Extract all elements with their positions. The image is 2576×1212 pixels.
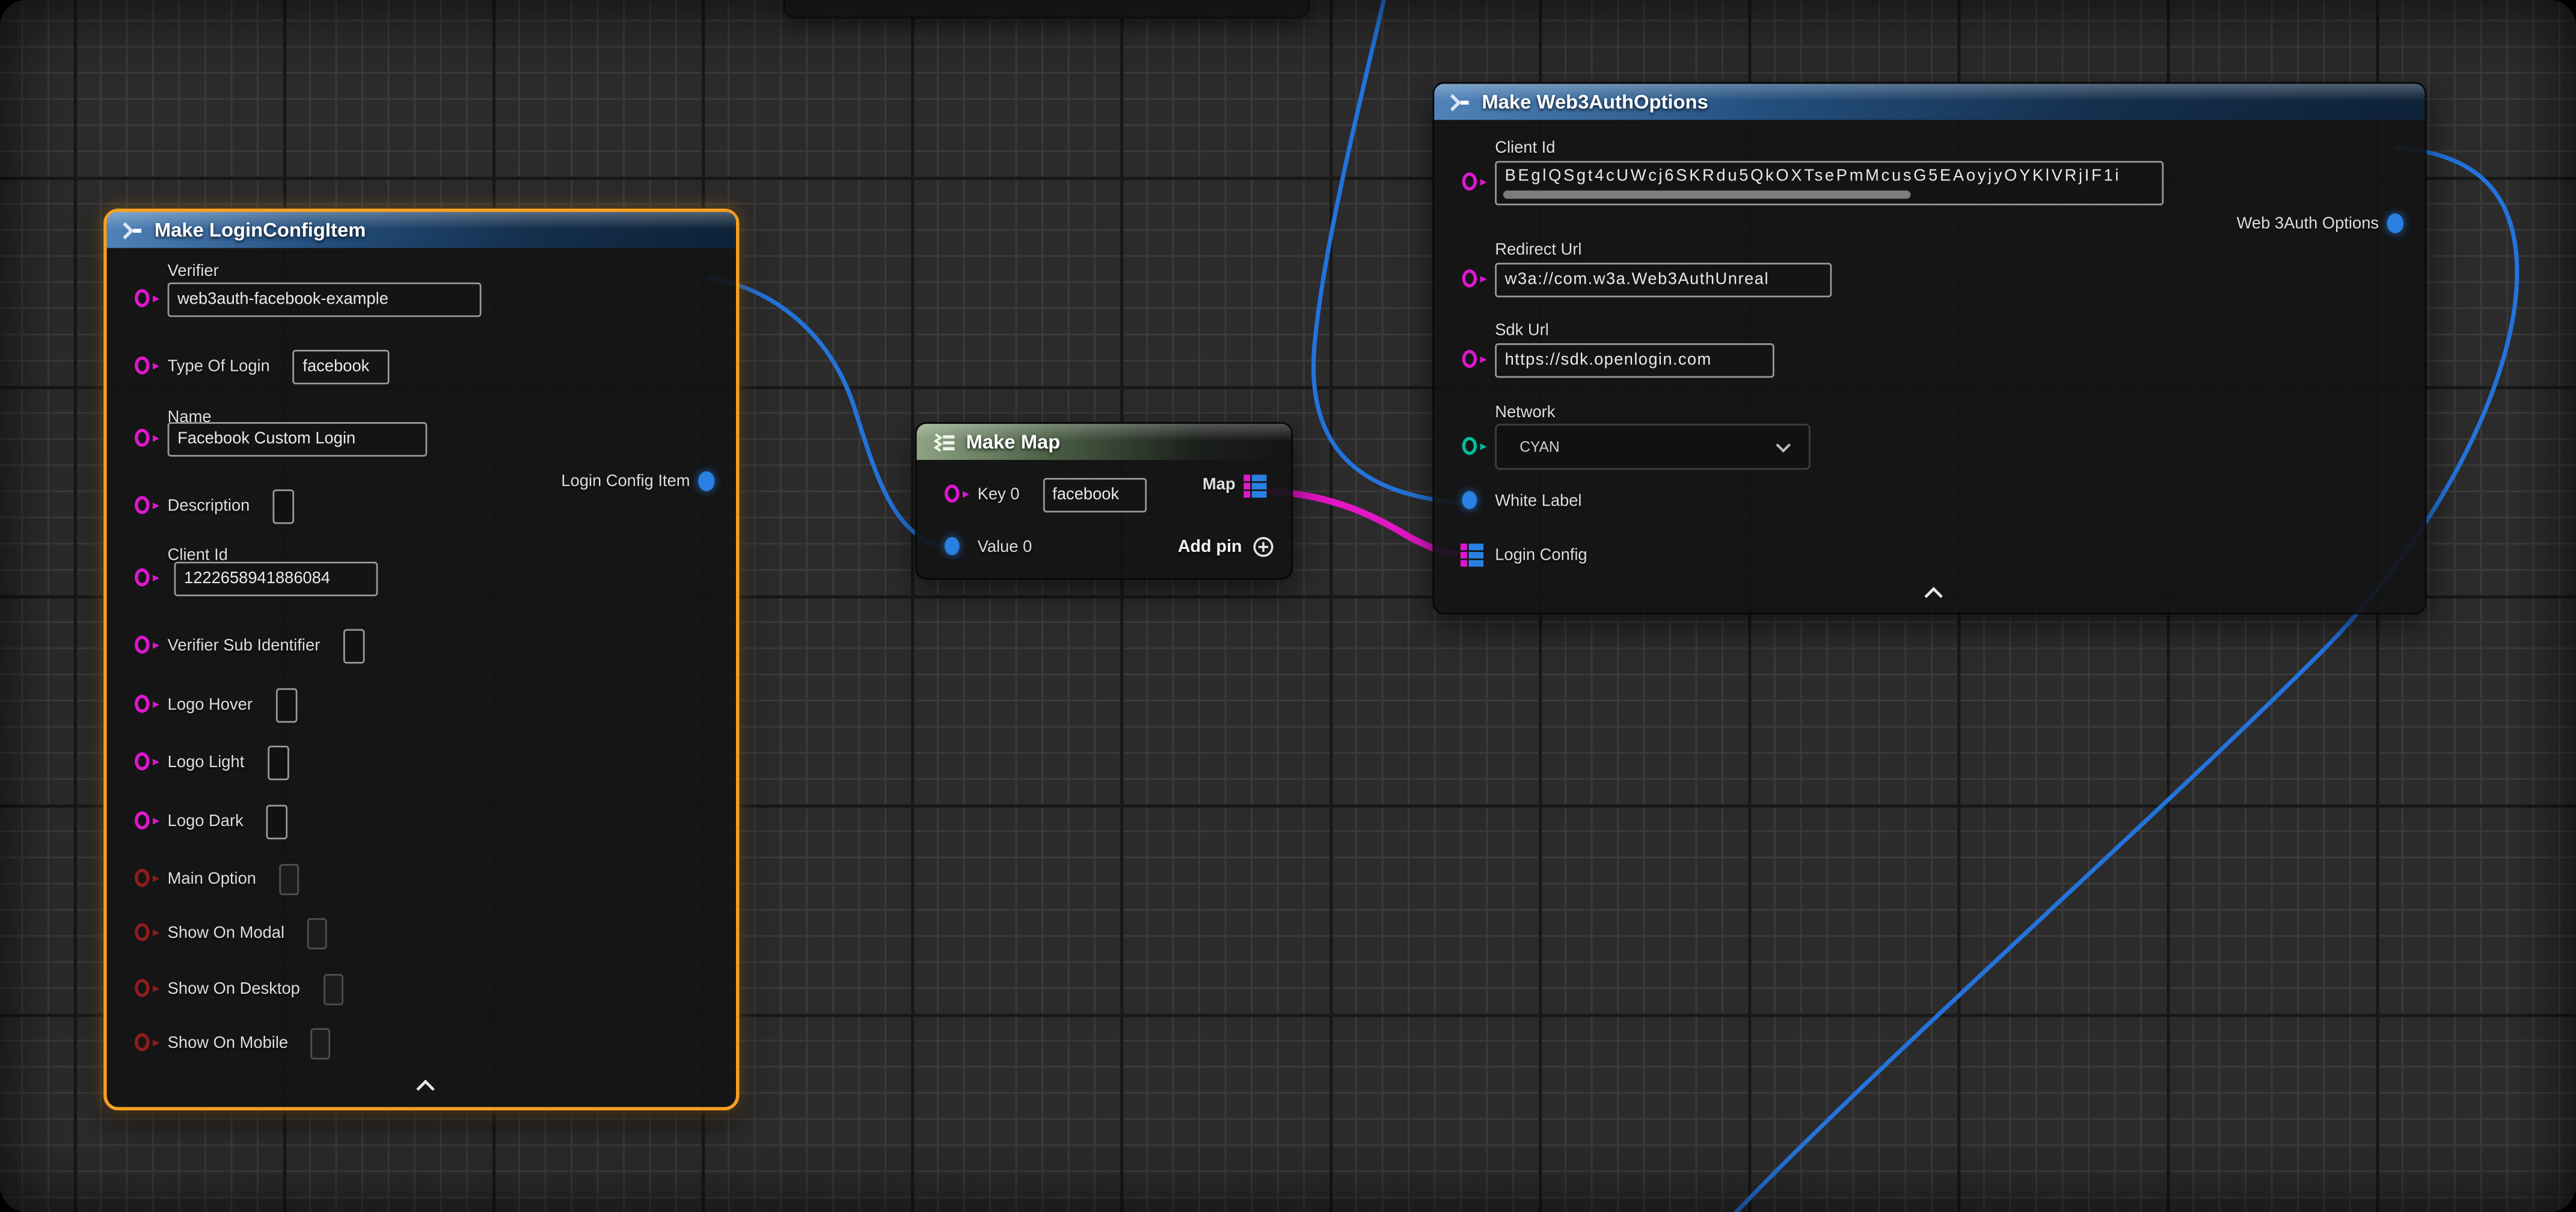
logo-hover-pin[interactable] xyxy=(133,693,158,716)
logo-dark-field[interactable] xyxy=(266,804,288,838)
network-dropdown[interactable]: CYAN xyxy=(1495,424,1811,470)
wire-map-to-loginconfig[interactable] xyxy=(1266,491,1455,554)
login-config-item-output-pin[interactable] xyxy=(698,471,714,491)
type-of-login-pin[interactable] xyxy=(133,355,158,378)
collapse-chevron-icon[interactable] xyxy=(414,1079,437,1092)
node-header[interactable]: Make Map xyxy=(917,424,1292,460)
pin-label-show-on-mobile: Show On Mobile xyxy=(168,1034,288,1052)
verifier-field[interactable]: web3auth-facebook-example xyxy=(168,282,482,316)
wire-loginconfigitem-to-value0[interactable] xyxy=(710,278,939,545)
main-option-pin[interactable] xyxy=(133,868,158,890)
key-0-field[interactable]: facebook xyxy=(1043,477,1146,512)
collapse-chevron-icon[interactable] xyxy=(1922,586,1945,599)
value-0-pin[interactable] xyxy=(943,536,968,559)
main-option-checkbox[interactable] xyxy=(279,863,299,895)
node-header[interactable]: Make Web3AuthOptions xyxy=(1434,84,2424,120)
chevron-down-icon xyxy=(1774,441,1792,453)
output-pin-label: Map xyxy=(1203,477,1236,495)
pin-label-main-option: Main Option xyxy=(168,870,256,888)
web3auth-options-output-pin[interactable] xyxy=(2387,213,2403,233)
verifier-pin[interactable] xyxy=(133,287,158,310)
output-login-config-item: Login Config Item xyxy=(561,471,714,491)
make-struct-icon xyxy=(1447,91,1472,113)
verifier-sub-identifier-field[interactable] xyxy=(343,628,365,663)
show-on-mobile-pin[interactable] xyxy=(133,1032,158,1054)
node-make-map[interactable]: Make Map Key 0 facebook Map Value 0 xyxy=(915,422,1293,580)
add-pin-icon xyxy=(1252,536,1275,559)
pin-label-logo-hover: Logo Hover xyxy=(168,696,253,714)
output-pin-label: Web 3Auth Options xyxy=(2237,215,2379,233)
pin-label-value-0: Value 0 xyxy=(978,538,1032,556)
client-id-field[interactable]: 1222658941886084 xyxy=(174,561,378,595)
client-id-scrollbar[interactable] xyxy=(1503,190,1911,198)
show-on-modal-checkbox[interactable] xyxy=(307,917,327,949)
pin-label-show-on-modal: Show On Modal xyxy=(168,924,284,942)
pin-label-type-of-login: Type Of Login xyxy=(168,357,270,375)
type-of-login-field[interactable]: facebook xyxy=(293,349,390,384)
show-on-modal-pin[interactable] xyxy=(133,922,158,944)
sdk-url-pin[interactable] xyxy=(1461,348,1485,371)
node-header[interactable]: Make LoginConfigItem xyxy=(107,212,736,248)
redirect-url-field[interactable]: w3a://com.w3a.Web3AuthUnreal xyxy=(1495,262,1832,296)
pin-label-login-config: Login Config xyxy=(1495,546,1587,564)
client-id-field[interactable]: BEglQSgt4cUWcj6SKRdu5QkOXTsePmMcusG5EAoy… xyxy=(1495,160,2164,204)
client-id-pin[interactable] xyxy=(1461,171,1485,194)
show-on-mobile-checkbox[interactable] xyxy=(311,1027,331,1059)
pin-label-verifier: Verifier xyxy=(168,263,219,281)
pin-label-client-id: Client Id xyxy=(1495,139,1555,158)
logo-light-pin[interactable] xyxy=(133,751,158,774)
verifier-sub-identifier-pin[interactable] xyxy=(133,634,158,657)
name-pin[interactable] xyxy=(133,427,158,450)
login-config-pin[interactable] xyxy=(1461,544,1485,566)
logo-dark-pin[interactable] xyxy=(133,810,158,833)
show-on-desktop-pin[interactable] xyxy=(133,978,158,1000)
name-field[interactable]: Facebook Custom Login xyxy=(168,421,428,456)
show-on-desktop-checkbox[interactable] xyxy=(323,973,343,1005)
graph-canvas[interactable]: Make LoginConfigItem Login Config Item V… xyxy=(0,0,2576,1212)
blueprint-editor: Make LoginConfigItem Login Config Item V… xyxy=(0,0,2576,1212)
output-web3auth-options: Web 3Auth Options xyxy=(2237,213,2403,233)
network-pin[interactable] xyxy=(1461,435,1485,458)
make-map-icon xyxy=(930,431,956,453)
key-0-pin[interactable] xyxy=(943,483,968,506)
pin-label-redirect-url: Redirect Url xyxy=(1495,242,1581,260)
sdk-url-field[interactable]: https://sdk.openlogin.com xyxy=(1495,343,1774,377)
map-output-pin[interactable] xyxy=(1244,475,1268,497)
output-map: Map xyxy=(1203,475,1268,497)
logo-light-field[interactable] xyxy=(268,745,289,779)
pin-label-network: Network xyxy=(1495,404,1555,422)
client-id-pin[interactable] xyxy=(133,567,158,590)
white-label-pin[interactable] xyxy=(1461,489,1485,512)
network-selected-value: CYAN xyxy=(1520,438,1560,454)
node-make-web3authoptions[interactable]: Make Web3AuthOptions Web 3Auth Options C… xyxy=(1432,82,2426,614)
pin-label-sdk-url: Sdk Url xyxy=(1495,322,1549,340)
add-pin-button[interactable]: Add pin xyxy=(1178,536,1275,559)
make-struct-icon xyxy=(120,219,144,241)
node-title: Make Map xyxy=(966,430,1060,453)
logo-hover-field[interactable] xyxy=(275,687,297,721)
node-title: Make LoginConfigItem xyxy=(155,218,366,241)
description-field[interactable] xyxy=(273,489,295,523)
pin-label-verifier-sub-identifier: Verifier Sub Identifier xyxy=(168,637,320,655)
description-pin[interactable] xyxy=(133,494,158,517)
node-title: Make Web3AuthOptions xyxy=(1482,90,1708,113)
redirect-url-pin[interactable] xyxy=(1461,268,1485,290)
partial-node-top-edge[interactable] xyxy=(784,0,1309,18)
node-make-loginconfigitem[interactable]: Make LoginConfigItem Login Config Item V… xyxy=(103,209,739,1110)
pin-label-logo-light: Logo Light xyxy=(168,753,245,771)
pin-label-key-0: Key 0 xyxy=(978,485,1020,503)
add-pin-label: Add pin xyxy=(1178,537,1242,557)
output-pin-label: Login Config Item xyxy=(561,472,690,490)
pin-label-show-on-desktop: Show On Desktop xyxy=(168,980,300,998)
pin-label-description: Description xyxy=(168,497,250,515)
pin-label-logo-dark: Logo Dark xyxy=(168,812,244,830)
pin-label-white-label: White Label xyxy=(1495,492,1581,510)
